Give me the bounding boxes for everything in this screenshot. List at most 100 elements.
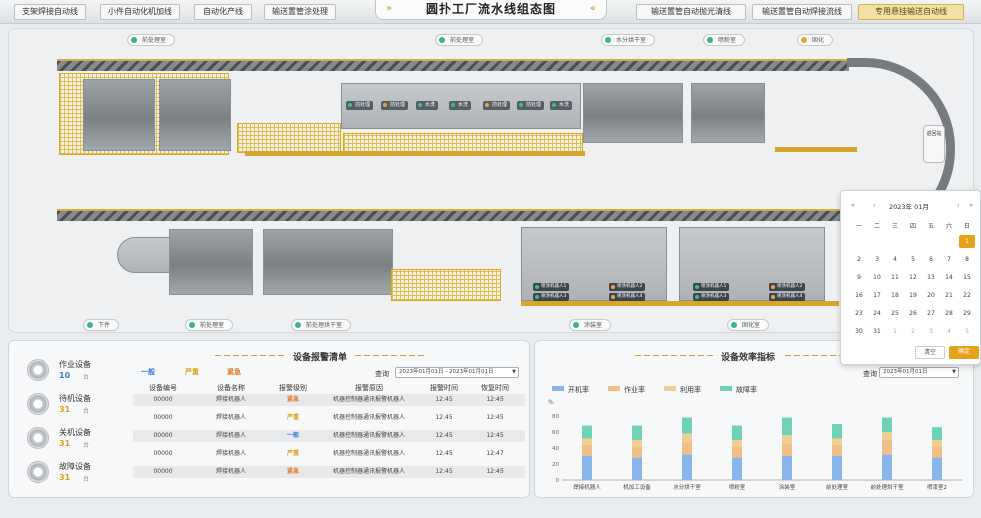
calendar-day[interactable]: 17	[869, 289, 885, 302]
robot-label: 喷涂机器人1	[693, 283, 730, 291]
alarm-date-range-select[interactable]: 2023年01月01日 - 2023年01月01日	[395, 367, 519, 378]
bar-segment	[882, 440, 892, 455]
equipment-icon	[27, 427, 49, 449]
alarm-level-legend[interactable]: 严重	[185, 367, 199, 377]
calendar-day[interactable]: 4	[887, 253, 903, 266]
calendar-day[interactable]: 10	[869, 271, 885, 284]
table-row[interactable]: 00000 焊接机器人 紧急 机器控制器通讯报警机器人 12:45 12:45	[133, 466, 525, 478]
table-row[interactable]: 00000 焊接机器人 一般 机器控制器通讯报警机器人 12:45 12:45	[133, 430, 525, 442]
calendar-day[interactable]: 29	[959, 307, 975, 320]
calendar-day[interactable]: 16	[851, 289, 867, 302]
calendar-day[interactable]: 26	[905, 307, 921, 320]
calendar-day[interactable]: 25	[887, 307, 903, 320]
clear-button[interactable]: 清空	[915, 346, 945, 359]
bar-segment	[782, 417, 792, 436]
safety-fence	[391, 269, 501, 301]
calendar-day[interactable]: 3	[923, 325, 939, 338]
calendar-day[interactable]: 1	[959, 235, 975, 248]
x-tick-label: 前处理烘干室	[870, 483, 904, 491]
calendar-day[interactable]: 22	[959, 289, 975, 302]
station-pill-top-4[interactable]: 固化	[797, 34, 834, 46]
station-pill-bottom-3[interactable]: 涂装室	[569, 319, 612, 331]
bar-segment	[782, 435, 792, 444]
prev-month-icon[interactable]: ‹	[873, 201, 876, 209]
station-pill-bottom-4[interactable]: 固化室	[727, 319, 770, 331]
production-line-diagram: 前处理室 前处理室 水分烘干室 喷粉室 固化 返回站 前处理 前处理 水洗 水洗…	[8, 28, 974, 333]
tab-left-3[interactable]: 输送置管涂处理	[264, 4, 336, 20]
calendar-day[interactable]: 27	[923, 307, 939, 320]
calendar-day[interactable]: 14	[941, 271, 957, 284]
booth-label: 水洗	[416, 101, 439, 110]
station-pill-bottom-2[interactable]: 前处理烘干室	[291, 319, 352, 331]
calendar-day[interactable]: 9	[851, 271, 867, 284]
station-pill-bottom-0[interactable]: 下件	[83, 319, 120, 331]
calendar-day[interactable]: 18	[887, 289, 903, 302]
calendar-day[interactable]: 3	[869, 253, 885, 266]
next-year-icon[interactable]: »	[969, 201, 973, 209]
tab-right-0[interactable]: 输送置管自动抛光清线	[636, 4, 746, 20]
y-tick-label: 0	[556, 478, 560, 484]
conveyor-rail-top	[57, 59, 849, 71]
x-tick-label: 喷粉室	[729, 483, 746, 491]
calendar-day[interactable]: 8	[959, 253, 975, 266]
calendar-day[interactable]: 24	[869, 307, 885, 320]
calendar-day[interactable]: 4	[941, 325, 957, 338]
station-pill-top-1[interactable]: 前处理室	[435, 34, 484, 46]
bar-segment	[882, 454, 892, 480]
station-pill-top-3[interactable]: 喷粉室	[703, 34, 746, 46]
table-row[interactable]: 00000 焊接机器人 严重 机器控制器通讯报警机器人 12:45 12:45	[133, 412, 525, 424]
alarm-level-legend[interactable]: 紧急	[227, 367, 241, 377]
calendar-day[interactable]: 31	[869, 325, 885, 338]
col-header: 设备编号	[149, 384, 177, 392]
calendar-day[interactable]: 23	[851, 307, 867, 320]
station-pill-bottom-1[interactable]: 前处理室	[185, 319, 234, 331]
tab-left-0[interactable]: 支架焊接自动线	[14, 4, 86, 20]
tab-left-2[interactable]: 自动化产线	[194, 4, 252, 20]
calendar-day[interactable]: 7	[941, 253, 957, 266]
calendar-day[interactable]: 11	[887, 271, 903, 284]
efficiency-date-select[interactable]: 2023年01月01日	[879, 367, 959, 378]
calendar-day[interactable]: 2	[905, 325, 921, 338]
status-dot-icon	[485, 103, 489, 107]
bar-segment	[682, 433, 692, 442]
tab-right-2[interactable]: 专用悬挂输送自动线	[858, 4, 964, 20]
robot-label: 喷涂机器人2	[769, 283, 806, 291]
calendar-day[interactable]: 12	[905, 271, 921, 284]
calendar-day[interactable]: 1	[887, 325, 903, 338]
station-pill-top-2[interactable]: 水分烘干室	[601, 34, 656, 46]
calendar-day[interactable]: 13	[923, 271, 939, 284]
calendar-day[interactable]: 19	[905, 289, 921, 302]
table-row[interactable]: 00000 焊接机器人 紧急 机器控制器通讯报警机器人 12:45 12:45	[133, 394, 525, 406]
station-pill-top-0[interactable]: 前处理室	[127, 34, 176, 46]
bar-segment	[732, 446, 742, 458]
chamber	[83, 79, 155, 151]
calendar-day[interactable]: 30	[851, 325, 867, 338]
calendar-day[interactable]: 15	[959, 271, 975, 284]
tab-right-1[interactable]: 输送置管自动焊接流线	[752, 4, 852, 20]
calendar-day[interactable]: 2	[851, 253, 867, 266]
confirm-button[interactable]: 确定	[949, 346, 979, 359]
tab-left-1[interactable]: 小件自动化机加线	[100, 4, 180, 20]
alarm-level-legend[interactable]: 一般	[141, 367, 155, 377]
calendar-day[interactable]: 21	[941, 289, 957, 302]
calendar-day[interactable]: 20	[923, 289, 939, 302]
col-header: 报警原因	[355, 384, 383, 392]
return-station[interactable]: 返回站	[923, 125, 945, 163]
calendar-day[interactable]: 28	[941, 307, 957, 320]
page-title: 圆扑工厂流水线组态图	[425, 2, 556, 16]
calendar-day[interactable]: 5	[959, 325, 975, 338]
next-month-icon[interactable]: ›	[957, 201, 960, 209]
calendar-day[interactable]: 5	[905, 253, 921, 266]
x-tick-label: 焊接机器人	[573, 483, 601, 491]
equipment-stat-row: 待机设备 31 台	[27, 393, 107, 419]
alarm-list-title: 设备报警清单	[293, 353, 348, 363]
prev-year-icon[interactable]: «	[851, 201, 855, 209]
bar-segment	[832, 444, 842, 456]
chamber	[169, 229, 253, 295]
bar-segment	[682, 441, 692, 455]
calendar-day[interactable]: 6	[923, 253, 939, 266]
status-dot-icon	[605, 37, 611, 43]
status-dot-icon	[573, 322, 579, 328]
weekday-label: 日	[963, 223, 970, 230]
table-row[interactable]: 00000 焊接机器人 严重 机器控制器通讯报警机器人 12:45 12:47	[133, 448, 525, 460]
